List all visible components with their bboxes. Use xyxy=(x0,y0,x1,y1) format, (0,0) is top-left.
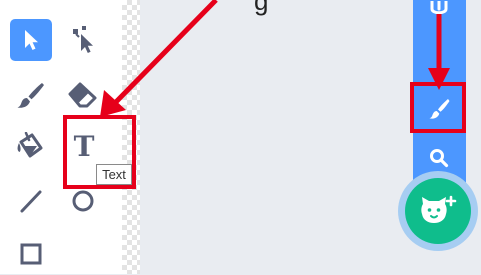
paint-button-highlight xyxy=(410,82,466,133)
text-tool-highlight xyxy=(63,115,136,189)
arrow-to-text-tool xyxy=(112,0,218,106)
